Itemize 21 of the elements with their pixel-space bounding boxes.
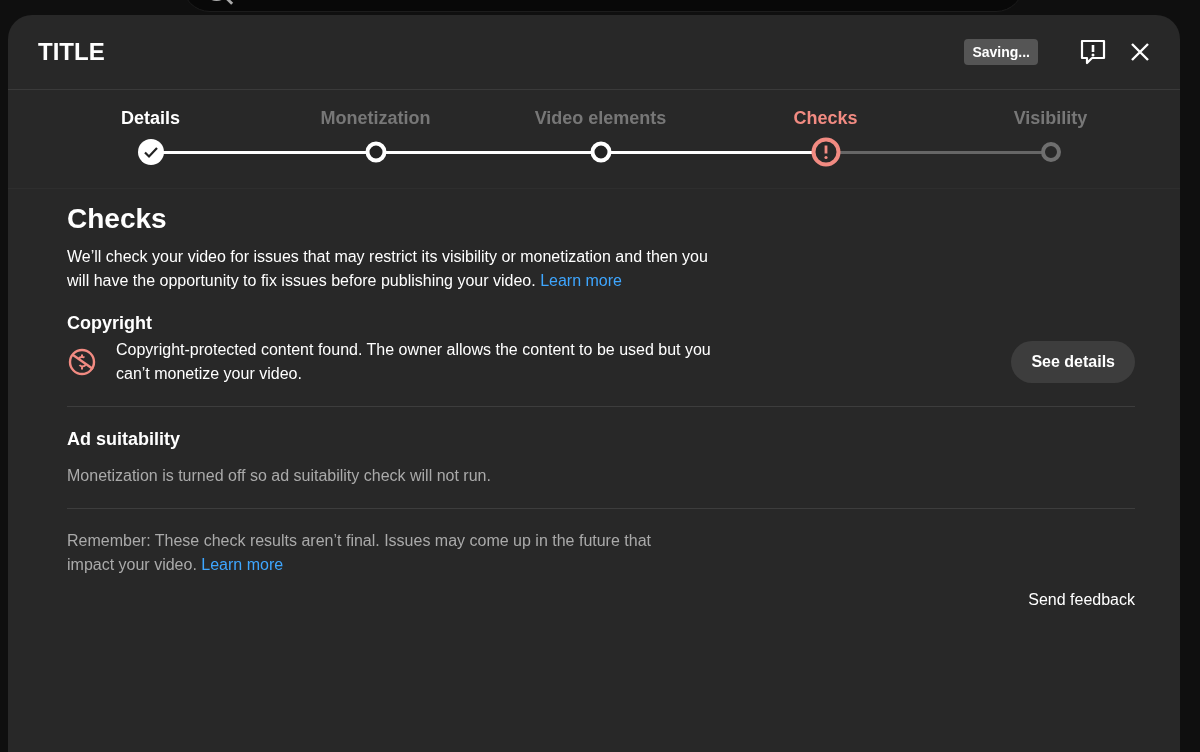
saving-status: Saving... xyxy=(964,39,1038,65)
dialog-title: TITLE xyxy=(38,38,106,66)
step-tab[interactable]: Video elements xyxy=(530,106,671,131)
see-details-button[interactable]: See details xyxy=(1011,341,1135,383)
learn-more-link[interactable]: Learn more xyxy=(201,556,284,573)
reminder-text: Remember: These check results aren’t final. Issues may come up in the future that impact your video. Learn more xyxy=(67,531,652,575)
send-feedback-button[interactable]: Send feedback xyxy=(1028,587,1135,613)
ad-suitability-heading: Ad suitability xyxy=(67,429,181,450)
learn-more-link[interactable]: Learn more xyxy=(540,272,622,289)
feedback-icon[interactable] xyxy=(1078,37,1108,67)
error-circle-icon xyxy=(810,137,841,167)
copyright-message: Copyright-protected content found. The owner allows the content to be used but you can’t monetize your video. xyxy=(116,340,712,384)
step-tab[interactable]: Checks xyxy=(789,106,862,131)
copyright-heading: Copyright xyxy=(67,313,153,334)
step-tab[interactable]: Details xyxy=(117,106,184,131)
section-heading: Checks xyxy=(67,203,168,235)
intro-text: We’ll check your video for issues that may restrict its visibility or monetization and then you will have the opportunity to fix issues before publishing your video. Learn more xyxy=(67,247,709,291)
ad-suitability-message: Monetization is turned off so ad suitability check will not run. xyxy=(67,466,492,486)
no-money-icon xyxy=(67,347,97,377)
step-tab[interactable]: Monetization xyxy=(316,106,435,131)
step-tab[interactable]: Visibility xyxy=(1009,106,1092,131)
